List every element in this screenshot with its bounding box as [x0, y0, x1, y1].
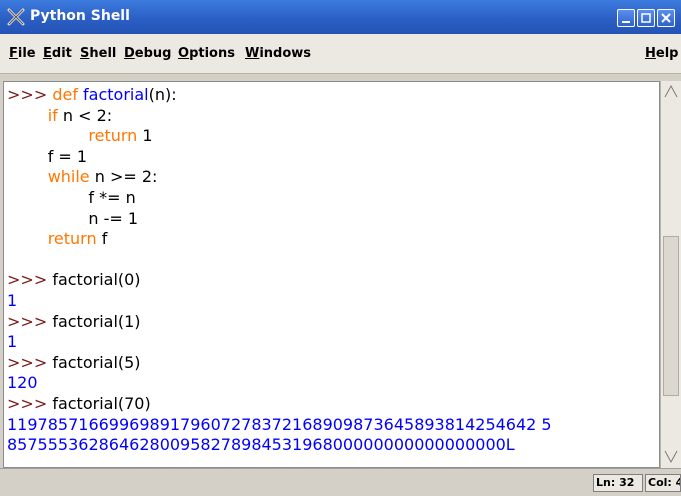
x-app-icon [7, 8, 25, 26]
maximize-button[interactable] [637, 9, 655, 27]
menu-shell[interactable]: Shell [80, 46, 116, 61]
shell-output: 1 [7, 332, 18, 352]
shell-content: >>> def factorial(n): if n < 2: return 1… [4, 82, 659, 456]
menu-bar: File Edit Shell Debug Options Windows He… [0, 34, 681, 74]
code-token: n >= 2: [89, 167, 158, 187]
shell-line [7, 250, 659, 271]
scroll-down-icon[interactable] [662, 447, 680, 465]
shell-prompt: >>> [7, 393, 53, 413]
window-title: Python Shell [30, 8, 130, 24]
code-token: factorial(0) [52, 270, 141, 290]
shell-line: >>> factorial(70) [7, 394, 659, 415]
code-token: if [47, 105, 58, 125]
code-token: (n): [148, 85, 177, 104]
code-token: n < 2: [57, 105, 113, 125]
menu-windows[interactable]: Windows [245, 46, 311, 61]
code-token: f = 1 [7, 146, 88, 166]
close-icon [661, 13, 671, 23]
shell-line: 8575553628646280095827898453196800000000… [7, 435, 659, 456]
minimize-button[interactable] [617, 9, 635, 27]
shell-output: 120 [7, 373, 38, 393]
shell-output: 1197857166996989179607278372168909873645… [7, 414, 552, 434]
shell-line: f = 1 [7, 147, 659, 168]
code-token: n -= 1 [7, 208, 139, 228]
shell-line: return 1 [7, 126, 659, 147]
line-indicator: Ln: 32 [593, 474, 643, 492]
shell-line: f *= n [7, 188, 659, 209]
shell-line: 1197857166996989179607278372168909873645… [7, 415, 659, 436]
shell-line: 120 [7, 373, 659, 394]
shell-line: return f [7, 229, 659, 250]
menu-debug[interactable]: Debug [124, 46, 171, 61]
shell-line: 1 [7, 291, 659, 312]
shell-output: 8575553628646280095827898453196800000000… [7, 435, 515, 455]
close-button[interactable] [657, 9, 675, 27]
shell-text-area[interactable]: >>> def factorial(n): if n < 2: return 1… [3, 81, 660, 468]
shell-prompt: >>> [7, 85, 53, 104]
shell-line: >>> def factorial(n): [7, 85, 659, 106]
code-token: f *= n [7, 187, 136, 207]
code-token: factorial(5) [52, 352, 141, 372]
column-indicator: Col: 4 [645, 474, 681, 492]
shell-line: n -= 1 [7, 209, 659, 230]
shell-prompt: >>> [7, 352, 53, 372]
minimize-icon [622, 21, 630, 23]
vertical-scrollbar[interactable] [660, 81, 681, 468]
maximize-icon [641, 13, 651, 23]
code-token: return [47, 229, 97, 249]
menu-help[interactable]: Help [645, 46, 678, 61]
shell-output: 1 [7, 290, 18, 310]
scrollbar-thumb[interactable] [663, 236, 679, 396]
shell-line: >>> factorial(0) [7, 270, 659, 291]
shell-line: if n < 2: [7, 106, 659, 127]
code-token: while [47, 167, 90, 187]
code-token: 1 [137, 126, 153, 146]
code-token: factorial(1) [52, 311, 141, 331]
code-token: factorial [83, 85, 149, 104]
scroll-up-icon[interactable] [662, 83, 680, 101]
code-token: f [96, 229, 108, 249]
menu-file[interactable]: File [9, 46, 36, 61]
menu-options[interactable]: Options [178, 46, 235, 61]
shell-line: 1 [7, 332, 659, 353]
code-token: def [52, 85, 84, 104]
shell-line: >>> factorial(1) [7, 312, 659, 333]
title-bar[interactable]: Python Shell [0, 0, 681, 34]
code-token: factorial(70) [52, 393, 151, 413]
status-bar: Ln: 32 Col: 4 [0, 468, 681, 496]
shell-prompt: >>> [7, 311, 53, 331]
code-token: return [88, 126, 138, 146]
shell-prompt: >>> [7, 270, 53, 290]
shell-line: >>> factorial(5) [7, 353, 659, 374]
menu-edit[interactable]: Edit [43, 46, 72, 61]
shell-line: while n >= 2: [7, 167, 659, 188]
